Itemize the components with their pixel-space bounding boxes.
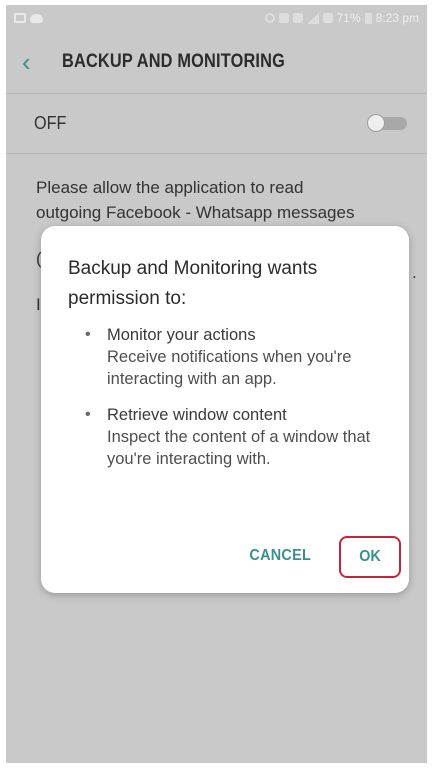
cast-icon bbox=[292, 13, 303, 23]
permission-dialog: Backup and Monitoring wants permission t… bbox=[41, 226, 409, 593]
status-bar: 71% 8:23 pm bbox=[6, 5, 427, 31]
status-time: 8:23 pm bbox=[375, 11, 419, 25]
dialog-title: Backup and Monitoring wants permission t… bbox=[68, 258, 318, 309]
ok-button-label: OK bbox=[359, 548, 381, 565]
description-line-2: outgoing Facebook - Whatsapp messages bbox=[36, 203, 355, 222]
battery-percent: 71% bbox=[336, 11, 361, 25]
ok-button[interactable]: OK bbox=[339, 536, 401, 578]
phone-screen: 71% 8:23 pm ‹ BACKUP AND MONITORING OFF … bbox=[6, 5, 427, 763]
permission-item: • Retrieve window content Inspect the co… bbox=[41, 404, 409, 470]
toggle-switch[interactable] bbox=[367, 114, 407, 132]
description-text: Please allow the application to read out… bbox=[36, 175, 421, 225]
battery-icon bbox=[364, 12, 372, 24]
cloud-notification-icon bbox=[30, 13, 43, 23]
sync-icon bbox=[264, 13, 275, 23]
notification-icon bbox=[278, 13, 289, 23]
page-title: BACKUP AND MONITORING bbox=[62, 51, 286, 72]
status-bar-right: 71% 8:23 pm bbox=[264, 11, 419, 25]
signal-icon bbox=[306, 12, 319, 24]
permission-description: Receive notifications when you're intera… bbox=[107, 348, 352, 388]
bullet-icon: • bbox=[85, 406, 91, 423]
status-bar-left bbox=[14, 13, 43, 23]
description-line-1: Please allow the application to read bbox=[36, 178, 304, 197]
permission-description: Inspect the content of a window that you… bbox=[107, 428, 371, 468]
permission-name: Monitor your actions bbox=[107, 326, 256, 344]
switch-label: OFF bbox=[34, 112, 67, 133]
toggle-thumb bbox=[367, 114, 385, 132]
data-icon bbox=[322, 13, 333, 23]
bullet-icon: • bbox=[85, 326, 91, 343]
switch-divider bbox=[6, 153, 427, 154]
app-header: ‹ BACKUP AND MONITORING bbox=[6, 31, 427, 93]
gallery-notification-icon bbox=[14, 13, 26, 23]
dialog-actions: CANCEL OK bbox=[41, 536, 409, 580]
permission-item: • Monitor your actions Receive notificat… bbox=[41, 324, 409, 390]
permission-name: Retrieve window content bbox=[107, 406, 287, 424]
chevron-left-icon[interactable]: ‹ bbox=[22, 49, 62, 75]
description-fragment-right: . bbox=[412, 263, 417, 282]
cancel-button[interactable]: CANCEL bbox=[249, 547, 311, 565]
master-switch-row[interactable]: OFF bbox=[6, 93, 427, 153]
permission-list: • Monitor your actions Receive notificat… bbox=[41, 324, 409, 484]
